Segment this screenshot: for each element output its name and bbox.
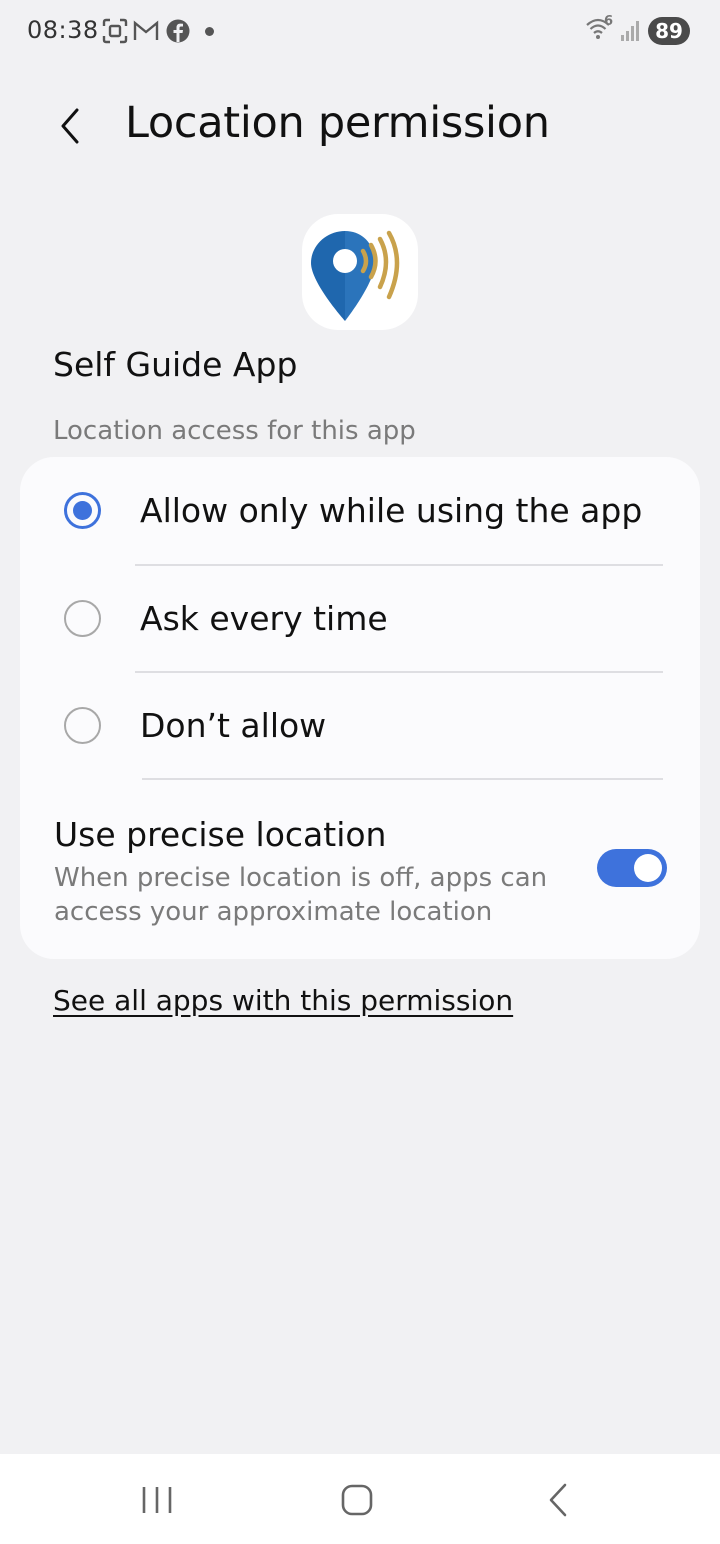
recents-button[interactable] [127,1476,187,1524]
option-allow-while-using[interactable]: Allow only while using the app [20,457,700,564]
wifi-label: 6 [604,14,614,29]
section-label: Location access for this app [53,416,416,446]
permission-card: Allow only while using the app Ask every… [20,457,700,959]
navigation-bar [0,1454,720,1544]
chevron-left-icon [61,108,79,144]
option-label: Allow only while using the app [140,491,643,530]
status-time: 08:38 [27,16,99,44]
signal-icon [620,18,642,46]
app-name: Self Guide App [53,345,298,384]
nav-back-button[interactable] [529,1476,589,1524]
option-ask-every-time[interactable]: Ask every time [20,565,700,672]
screenshot-icon [102,18,128,48]
home-icon [341,1484,373,1516]
battery-level: 89 [648,17,690,45]
option-label: Don’t allow [140,706,327,745]
back-icon [549,1483,567,1517]
back-button[interactable] [44,100,96,152]
facebook-icon [165,18,191,48]
radio-button[interactable] [64,707,101,744]
location-pin-signal-icon [311,230,400,321]
notification-dot [205,27,214,36]
status-bar: 08:38 6 89 [0,0,720,62]
home-button[interactable] [327,1476,387,1524]
precise-location-description: When precise location is off, apps can a… [54,863,548,927]
precise-location-toggle[interactable] [597,849,667,887]
app-icon [302,214,418,330]
gmail-icon [133,18,159,48]
option-label: Ask every time [140,599,388,638]
recents-icon [142,1487,172,1513]
screen: 08:38 6 89 Location permission Self Guid… [0,0,720,1544]
page-title: Location permission [125,98,550,148]
option-dont-allow[interactable]: Don’t allow [20,672,700,779]
divider [142,778,663,780]
precise-location-title: Use precise location [54,815,387,854]
radio-button-selected[interactable] [64,492,101,529]
toggle-knob [634,854,662,882]
see-all-apps-link[interactable]: See all apps with this permission [53,984,513,1017]
radio-button[interactable] [64,600,101,637]
